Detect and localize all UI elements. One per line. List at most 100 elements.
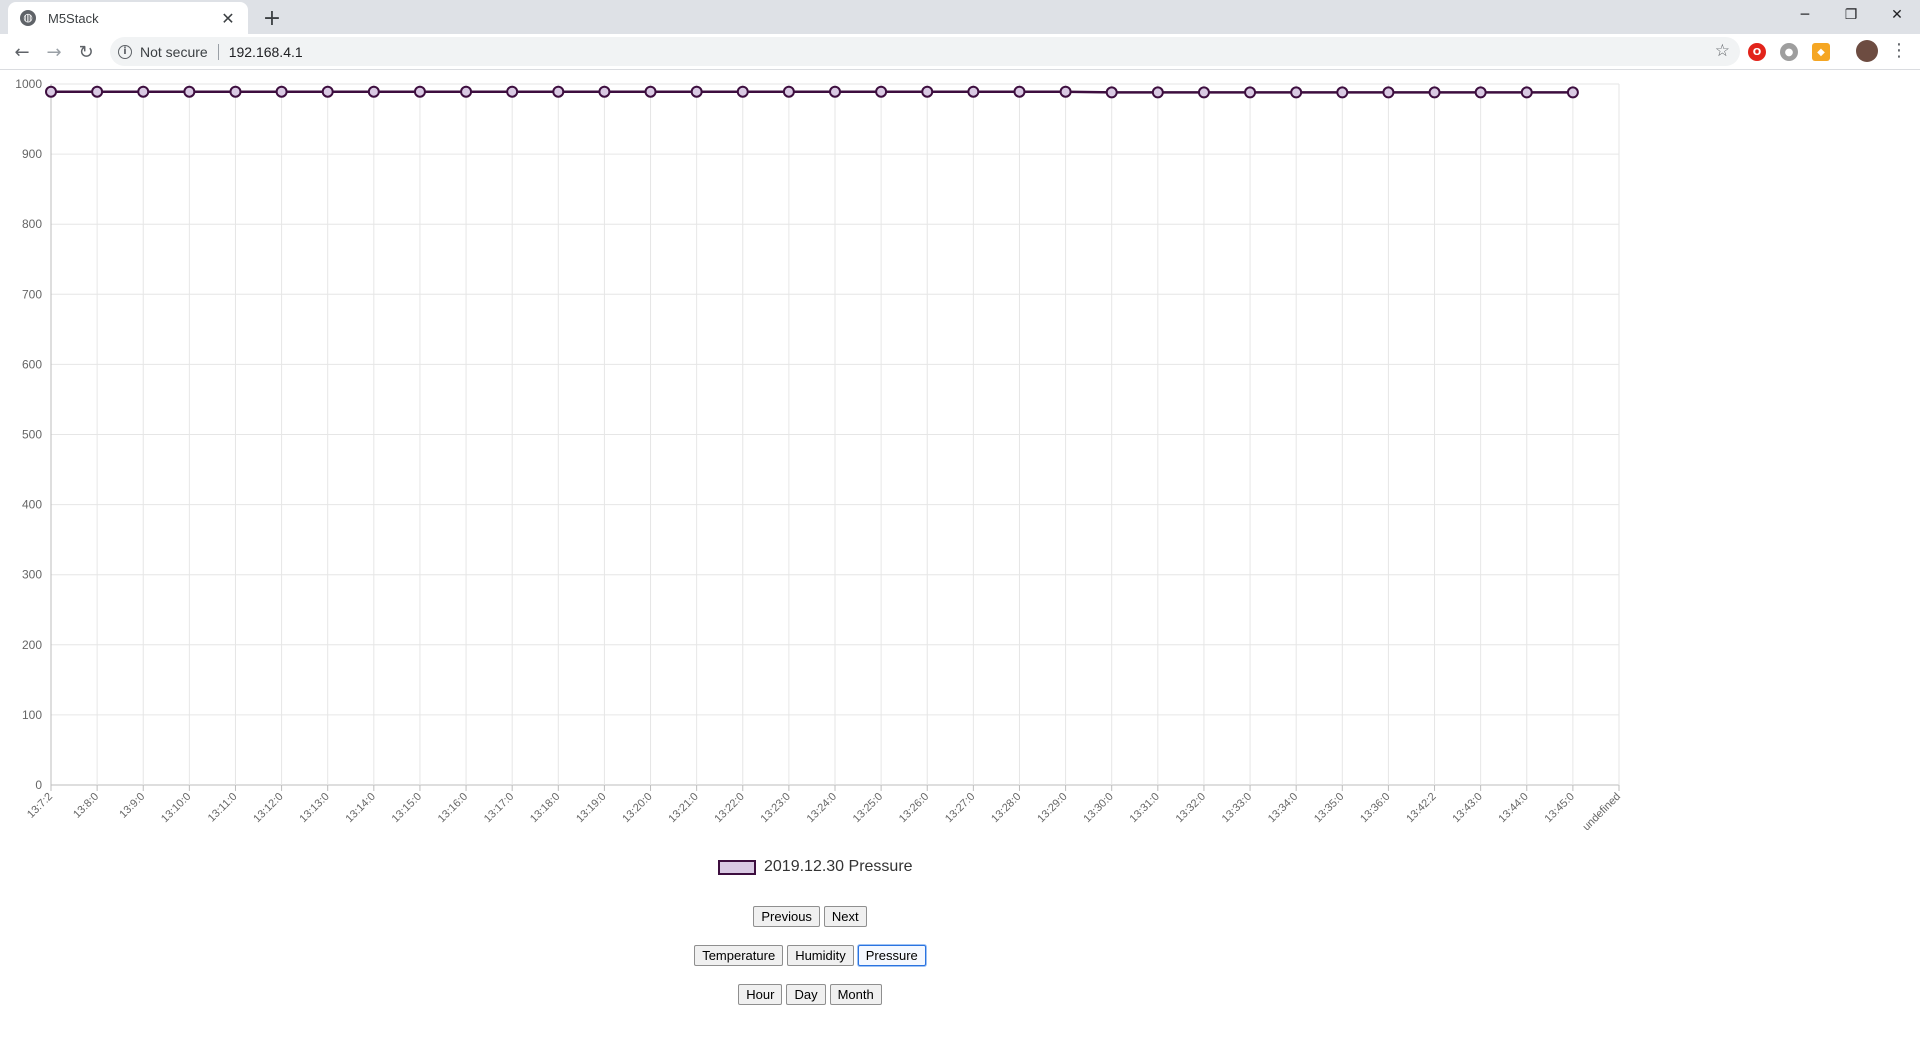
security-status[interactable]: Not secure (140, 44, 208, 60)
data-point (875, 85, 888, 98)
x-tick-label: 13:28:0 (989, 791, 1023, 825)
data-point (1428, 86, 1441, 99)
x-tick-label: 13:43:0 (1450, 791, 1484, 825)
data-point (1290, 86, 1303, 99)
data-point (506, 85, 519, 98)
y-tick-label: 1000 (15, 77, 42, 91)
x-tick-label: 13:32:0 (1174, 791, 1208, 825)
close-window-icon[interactable]: ✕ (1874, 0, 1920, 30)
hour-button[interactable]: Hour (738, 984, 783, 1005)
browser-toolbar: ← → ↻ i Not secure 192.168.4.1 ☆ O ● ◆ ⋮ (0, 34, 1920, 70)
data-point (1013, 85, 1026, 98)
data-point (275, 85, 288, 98)
x-tick-label: 13:24:0 (805, 791, 839, 825)
data-point (367, 85, 380, 98)
y-tick-label: 300 (22, 568, 42, 582)
restore-icon[interactable]: ❐ (1828, 0, 1874, 30)
data-point (782, 85, 795, 98)
url-text[interactable]: 192.168.4.1 (229, 44, 303, 60)
x-tick-label: 13:14:0 (344, 791, 378, 825)
day-button[interactable]: Day (786, 984, 826, 1005)
data-point (1520, 86, 1533, 99)
next-button[interactable]: Next (823, 906, 867, 927)
browser-menu-icon[interactable]: ⋮ (1890, 40, 1908, 61)
x-tick-label: 13:27:0 (943, 791, 977, 825)
data-point (644, 85, 657, 98)
bookmark-star-icon[interactable]: ☆ (1715, 41, 1730, 61)
data-point (1382, 86, 1395, 99)
legend-label: 2019.12.30 Pressure (764, 858, 913, 875)
x-tick-label: 13:9:0 (117, 791, 147, 821)
tab-title: M5Stack (48, 10, 99, 26)
reload-icon[interactable]: ↻ (72, 38, 100, 66)
info-icon[interactable]: i (118, 44, 132, 59)
range-buttons: Hour Day Month (0, 984, 1620, 1005)
x-tick-label: 13:18:0 (528, 791, 562, 825)
data-point (1151, 86, 1164, 99)
data-point (1105, 86, 1118, 99)
x-tick-label: 13:36:0 (1358, 791, 1392, 825)
month-button[interactable]: Month (829, 984, 882, 1005)
x-tick-label: 13:35:0 (1312, 791, 1346, 825)
extension-icon[interactable]: ● (1780, 43, 1798, 61)
data-point (690, 85, 703, 98)
forward-arrow-icon[interactable]: → (40, 38, 68, 66)
tab-strip: ◍ M5Stack ✕ + ─ ❐ ✕ (0, 0, 1920, 34)
x-tick-label: 13:19:0 (574, 791, 608, 825)
back-arrow-icon[interactable]: ← (8, 38, 36, 66)
data-point (736, 85, 749, 98)
data-point (829, 85, 841, 98)
data-point (413, 85, 426, 98)
minimize-icon[interactable]: ─ (1782, 0, 1828, 30)
y-tick-label: 200 (22, 638, 42, 652)
x-tick-label: 13:23:0 (759, 791, 793, 825)
browser-tab[interactable]: ◍ M5Stack ✕ (8, 2, 248, 34)
x-tick-label: 13:7:2 (25, 791, 55, 821)
data-point (460, 85, 473, 98)
page-content: 0 100 200 300 400 500 600 700 800 900 1000 13:7:2 13… (0, 70, 1920, 1040)
previous-button[interactable]: Previous (753, 906, 820, 927)
y-tick-label: 0 (35, 778, 42, 792)
pressure-button[interactable]: Pressure (857, 945, 926, 966)
x-tick-label: 13:8:0 (71, 791, 101, 821)
rss-extension-icon[interactable]: ◆ (1812, 43, 1830, 61)
x-tick-label: undefined (1580, 791, 1623, 834)
temperature-button[interactable]: Temperature (694, 945, 784, 966)
y-tick-label: 100 (22, 708, 42, 722)
x-tick-label: 13:45:0 (1543, 791, 1577, 825)
new-tab-button[interactable]: + (260, 6, 284, 31)
y-tick-label: 900 (22, 147, 42, 161)
data-point (1336, 86, 1349, 99)
data-point (1244, 86, 1257, 99)
data-point (1197, 86, 1210, 99)
x-tick-label: 13:20:0 (620, 791, 654, 825)
x-tick-label: 13:16:0 (436, 791, 470, 825)
sensor-buttons: Temperature Humidity Pressure (0, 945, 1620, 966)
tab-close-icon[interactable]: ✕ (218, 8, 238, 28)
y-tick-label: 800 (22, 217, 42, 231)
y-tick-label: 400 (22, 498, 42, 512)
data-point (183, 85, 196, 98)
y-tick-label: 700 (22, 287, 42, 301)
x-tick-label: 13:10:0 (159, 791, 193, 825)
x-tick-label: 13:29:0 (1035, 791, 1069, 825)
x-tick-label: 13:33:0 (1220, 791, 1254, 825)
x-tick-label: 13:11:0 (206, 791, 240, 825)
data-point (137, 85, 150, 98)
data-point (91, 85, 104, 98)
data-point (321, 85, 334, 98)
y-tick-label: 500 (22, 428, 42, 442)
data-point (1059, 85, 1072, 98)
data-point (45, 85, 57, 98)
opera-extension-icon[interactable]: O (1748, 43, 1766, 61)
x-tick-label: 13:30:0 (1081, 791, 1115, 825)
profile-avatar[interactable] (1856, 40, 1878, 62)
y-tick-label: 600 (22, 357, 42, 371)
data-point (1474, 86, 1487, 99)
data-point (1566, 86, 1579, 99)
humidity-button[interactable]: Humidity (787, 945, 854, 966)
data-point (921, 85, 934, 98)
chart-legend[interactable]: 2019.12.30 Pressure (718, 858, 913, 876)
address-bar[interactable]: i Not secure 192.168.4.1 ☆ (110, 37, 1740, 66)
navigation-buttons: Previous Next (0, 906, 1620, 927)
